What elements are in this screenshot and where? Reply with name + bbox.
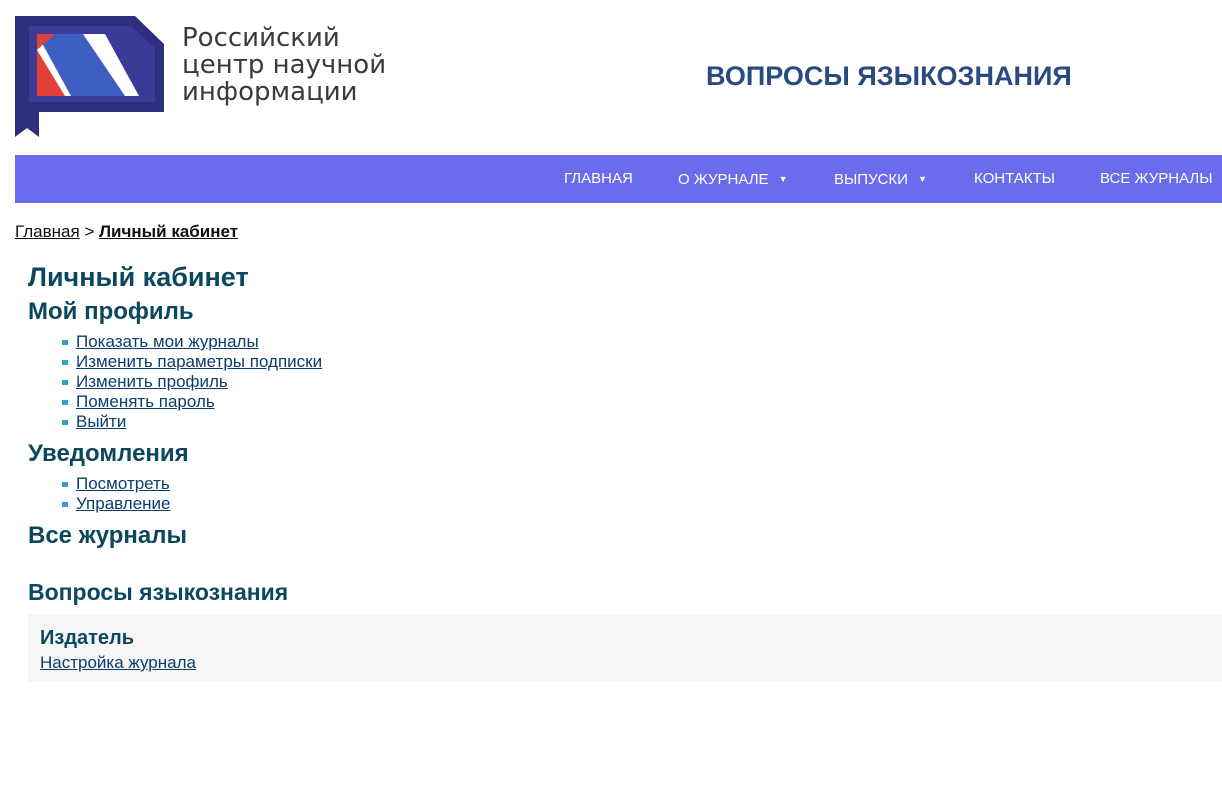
nav-item-issues[interactable]: ВЫПУСКИ ▼ [834,155,927,203]
nav-item-all-journals-label: ВСЕ ЖУРНАЛЫ [1100,170,1213,187]
profile-heading: Мой профиль [28,298,194,325]
page-title: Личный кабинет [28,262,249,292]
nav-item-all-journals[interactable]: ВСЕ ЖУРНАЛЫ [1100,155,1213,203]
notifications-heading: Уведомления [28,440,189,467]
caret-down-icon: ▼ [778,174,788,184]
change-password-link[interactable]: Поменять пароль [76,392,215,411]
all-journals-heading: Все журналы [28,522,187,549]
view-notifications-link[interactable]: Посмотреть [76,474,170,493]
list-item: Изменить профиль [62,372,1222,392]
main-navbar: ГЛАВНАЯ О ЖУРНАЛЕ ▼ ВЫПУСКИ ▼ КОНТАКТЫ ВСЕ… [15,155,1222,203]
logout-link[interactable]: Выйти [76,412,126,431]
show-my-journals-link[interactable]: Показать мои журналы [76,332,259,351]
subscription-settings-link[interactable]: Изменить параметры подписки [76,352,322,371]
nav-item-home[interactable]: ГЛАВНАЯ [564,155,633,203]
site-title[interactable]: ВОПРОСЫ ЯЗЫКОЗНАНИЯ [706,61,1072,92]
breadcrumb-current[interactable]: Личный кабинет [99,222,238,241]
list-item: Изменить параметры подписки [62,352,1222,372]
breadcrumb-separator: > [84,222,95,241]
manage-notifications-link[interactable]: Управление [76,494,171,513]
journal-settings-link[interactable]: Настройка журнала [40,653,196,672]
nav-item-issues-label: ВЫПУСКИ [834,171,908,188]
nav-item-home-label: ГЛАВНАЯ [564,170,633,187]
journal-heading: Вопросы языкознания [28,579,289,605]
caret-down-icon: ▼ [917,174,927,184]
site-header: Российский центр научной информации ВОПР… [0,0,1222,155]
journal-role-box: Издатель Настройка журнала [28,614,1222,682]
logo-line-3: информации [182,77,358,107]
breadcrumb: Главная > Личный кабинет [15,222,238,242]
list-item: Выйти [62,412,1222,432]
list-item: Показать мои журналы [62,332,1222,352]
notifications-links: Посмотреть Управление [28,474,1222,514]
rcni-logo-icon[interactable] [15,16,164,137]
logo-text: Российский центр научной информации [182,25,386,106]
journal-role-label: Издатель [40,627,135,649]
nav-item-about[interactable]: О ЖУРНАЛЕ ▼ [678,155,788,203]
nav-item-contacts-label: КОНТАКТЫ [974,170,1055,187]
logo-line-1: Российский [182,23,340,53]
nav-item-contacts[interactable]: КОНТАКТЫ [974,155,1055,203]
profile-links: Показать мои журналы Изменить параметры … [28,332,1222,432]
list-item: Управление [62,494,1222,514]
breadcrumb-home-link[interactable]: Главная [15,222,80,241]
list-item: Поменять пароль [62,392,1222,412]
logo-line-2: центр научной [182,50,387,80]
main-content: Личный кабинет Мой профиль Показать мои … [28,258,1222,682]
list-item: Посмотреть [62,474,1222,494]
nav-item-about-label: О ЖУРНАЛЕ [678,171,769,188]
edit-profile-link[interactable]: Изменить профиль [76,372,228,391]
